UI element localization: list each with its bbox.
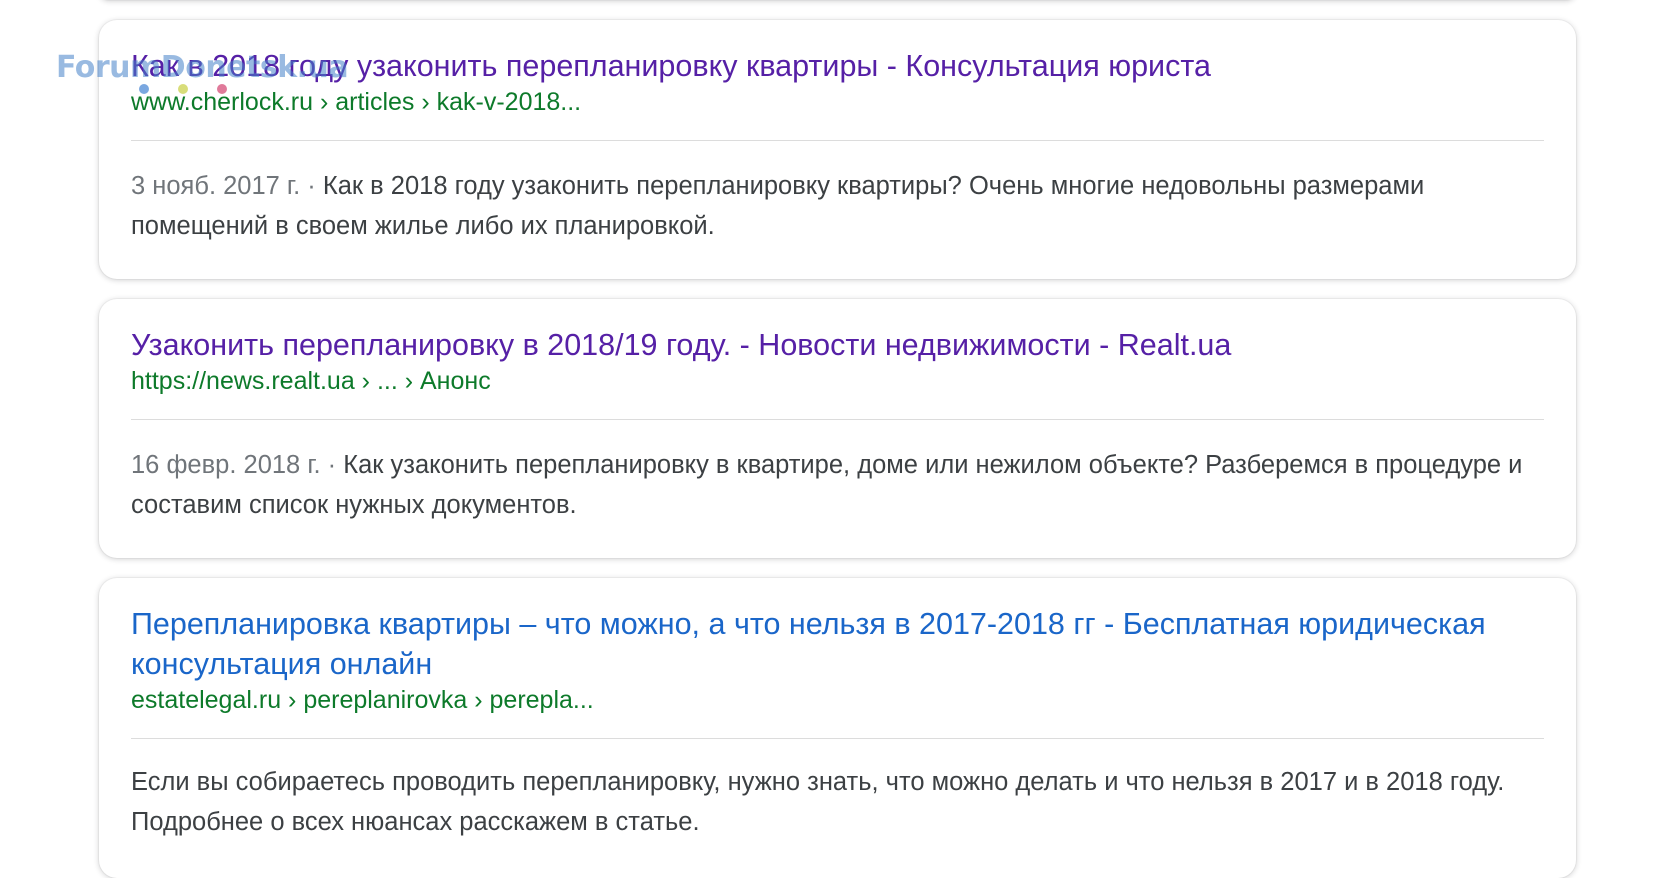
result-divider <box>131 738 1544 739</box>
result-divider <box>131 140 1544 141</box>
result-url-breadcrumb[interactable]: https://news.realt.ua › ... › Анонс <box>131 365 491 397</box>
result-url-breadcrumb[interactable]: estatelegal.ru › pereplanirovka › perepl… <box>131 684 594 716</box>
result-snippet-text: Как в 2018 году узаконить перепланировку… <box>131 172 1425 240</box>
watermark-dot-icon <box>178 84 188 94</box>
result-date: 16 февр. 2018 г. · <box>131 451 344 479</box>
result-divider <box>131 419 1544 420</box>
result-title-link[interactable]: Узаконить перепланировку в 2018/19 году.… <box>131 325 1544 365</box>
watermark-dot-icon <box>217 84 227 94</box>
search-result-card: Узаконить перепланировку в 2018/19 году.… <box>99 299 1576 558</box>
search-result-card: Перепланировка квартиры – что можно, а ч… <box>99 578 1576 878</box>
search-result-card: Как в 2018 году узаконить перепланировку… <box>99 20 1576 279</box>
result-title-link[interactable]: Перепланировка квартиры – что можно, а ч… <box>131 604 1544 684</box>
result-snippet: Если вы собираетесь проводить перепланир… <box>131 762 1548 842</box>
result-snippet-text: Если вы собираетесь проводить перепланир… <box>131 768 1505 836</box>
result-snippet: 16 февр. 2018 г. · Как узаконить перепла… <box>131 445 1548 525</box>
result-url-breadcrumb[interactable]: www.cherlock.ru › articles › kak-v-2018.… <box>131 86 581 118</box>
result-title-link[interactable]: Как в 2018 году узаконить перепланировку… <box>131 46 1544 86</box>
result-snippet: 3 нояб. 2017 г. · Как в 2018 году узакон… <box>131 166 1548 246</box>
result-date: 3 нояб. 2017 г. · <box>131 172 323 200</box>
watermark-dot-icon <box>139 84 149 94</box>
